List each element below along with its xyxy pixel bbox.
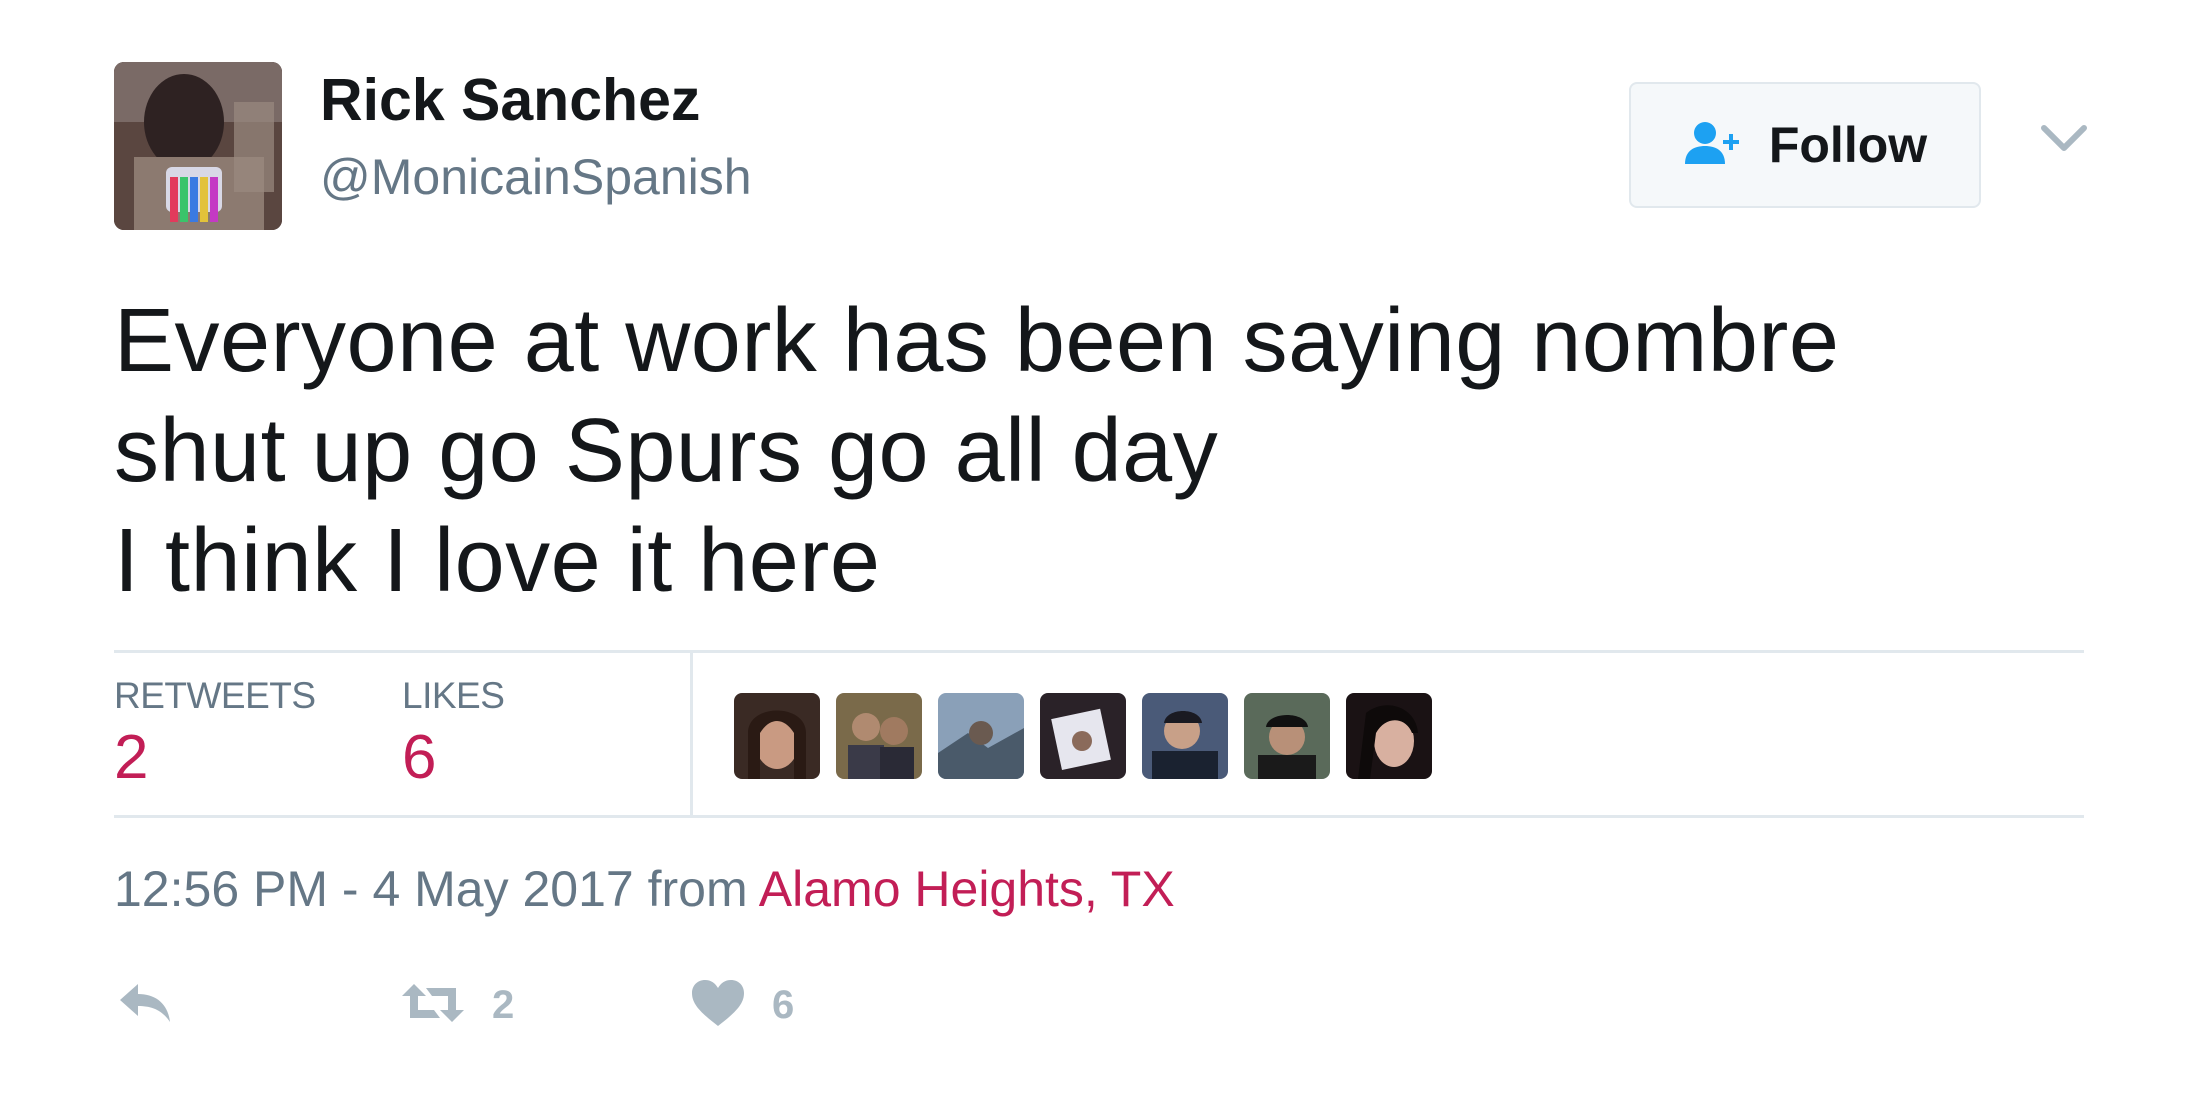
liker-avatar[interactable]	[938, 693, 1024, 779]
tweet-text-line: Everyone at work has been saying nombre	[114, 291, 1840, 391]
reply-button[interactable]	[116, 970, 174, 1040]
follow-button[interactable]: Follow	[1629, 82, 1981, 208]
retweet-button[interactable]: 2	[400, 970, 514, 1040]
add-person-icon	[1683, 120, 1747, 171]
like-button[interactable]: 6	[690, 970, 794, 1040]
timestamp[interactable]: 12:56 PM - 4 May 2017	[114, 861, 634, 917]
from-label: from	[647, 861, 748, 917]
liker-avatar[interactable]	[836, 693, 922, 779]
avatar[interactable]	[114, 62, 282, 230]
liker-avatar[interactable]	[1040, 693, 1126, 779]
retweets-label: RETWEETS	[114, 675, 316, 716]
like-count: 6	[772, 982, 795, 1027]
heart-icon	[690, 978, 746, 1033]
liker-avatar[interactable]	[1142, 693, 1228, 779]
liker-avatars	[734, 693, 1432, 779]
likes-label: LIKES	[402, 675, 505, 716]
chevron-down-icon[interactable]	[2034, 114, 2094, 164]
tweet-stats: RETWEETS 2 LIKES 6	[114, 650, 2084, 818]
likes-stat[interactable]: LIKES 6	[402, 675, 505, 792]
follow-button-label: Follow	[1768, 117, 1928, 173]
tweet-text-line: shut up go Spurs go all day	[114, 401, 1219, 501]
retweet-count: 2	[492, 982, 515, 1027]
reply-icon	[116, 980, 174, 1031]
tweet-card: Rick Sanchez @MonicainSpanish Follow Eve…	[0, 0, 2200, 1106]
likes-count: 6	[402, 723, 437, 792]
liker-avatar[interactable]	[734, 693, 820, 779]
retweets-stat[interactable]: RETWEETS 2	[114, 675, 316, 789]
stats-divider	[690, 653, 693, 815]
display-name[interactable]: Rick Sanchez	[320, 68, 700, 133]
location-link[interactable]: Alamo Heights, TX	[759, 861, 1175, 917]
liker-avatar[interactable]	[1346, 693, 1432, 779]
user-handle[interactable]: @MonicainSpanish	[320, 150, 752, 205]
tweet-text: Everyone at work has been saying nombre …	[114, 286, 2104, 616]
liker-avatar[interactable]	[1244, 693, 1330, 779]
retweet-icon	[400, 980, 466, 1031]
tweet-actions: 2 6	[114, 970, 1114, 1040]
tweet-meta: 12:56 PM - 4 May 2017 from Alamo Heights…	[114, 860, 1175, 918]
retweets-count: 2	[114, 723, 149, 792]
tweet-text-line: I think I love it here	[114, 511, 881, 611]
tweet-header: Rick Sanchez @MonicainSpanish Follow	[114, 62, 2104, 232]
